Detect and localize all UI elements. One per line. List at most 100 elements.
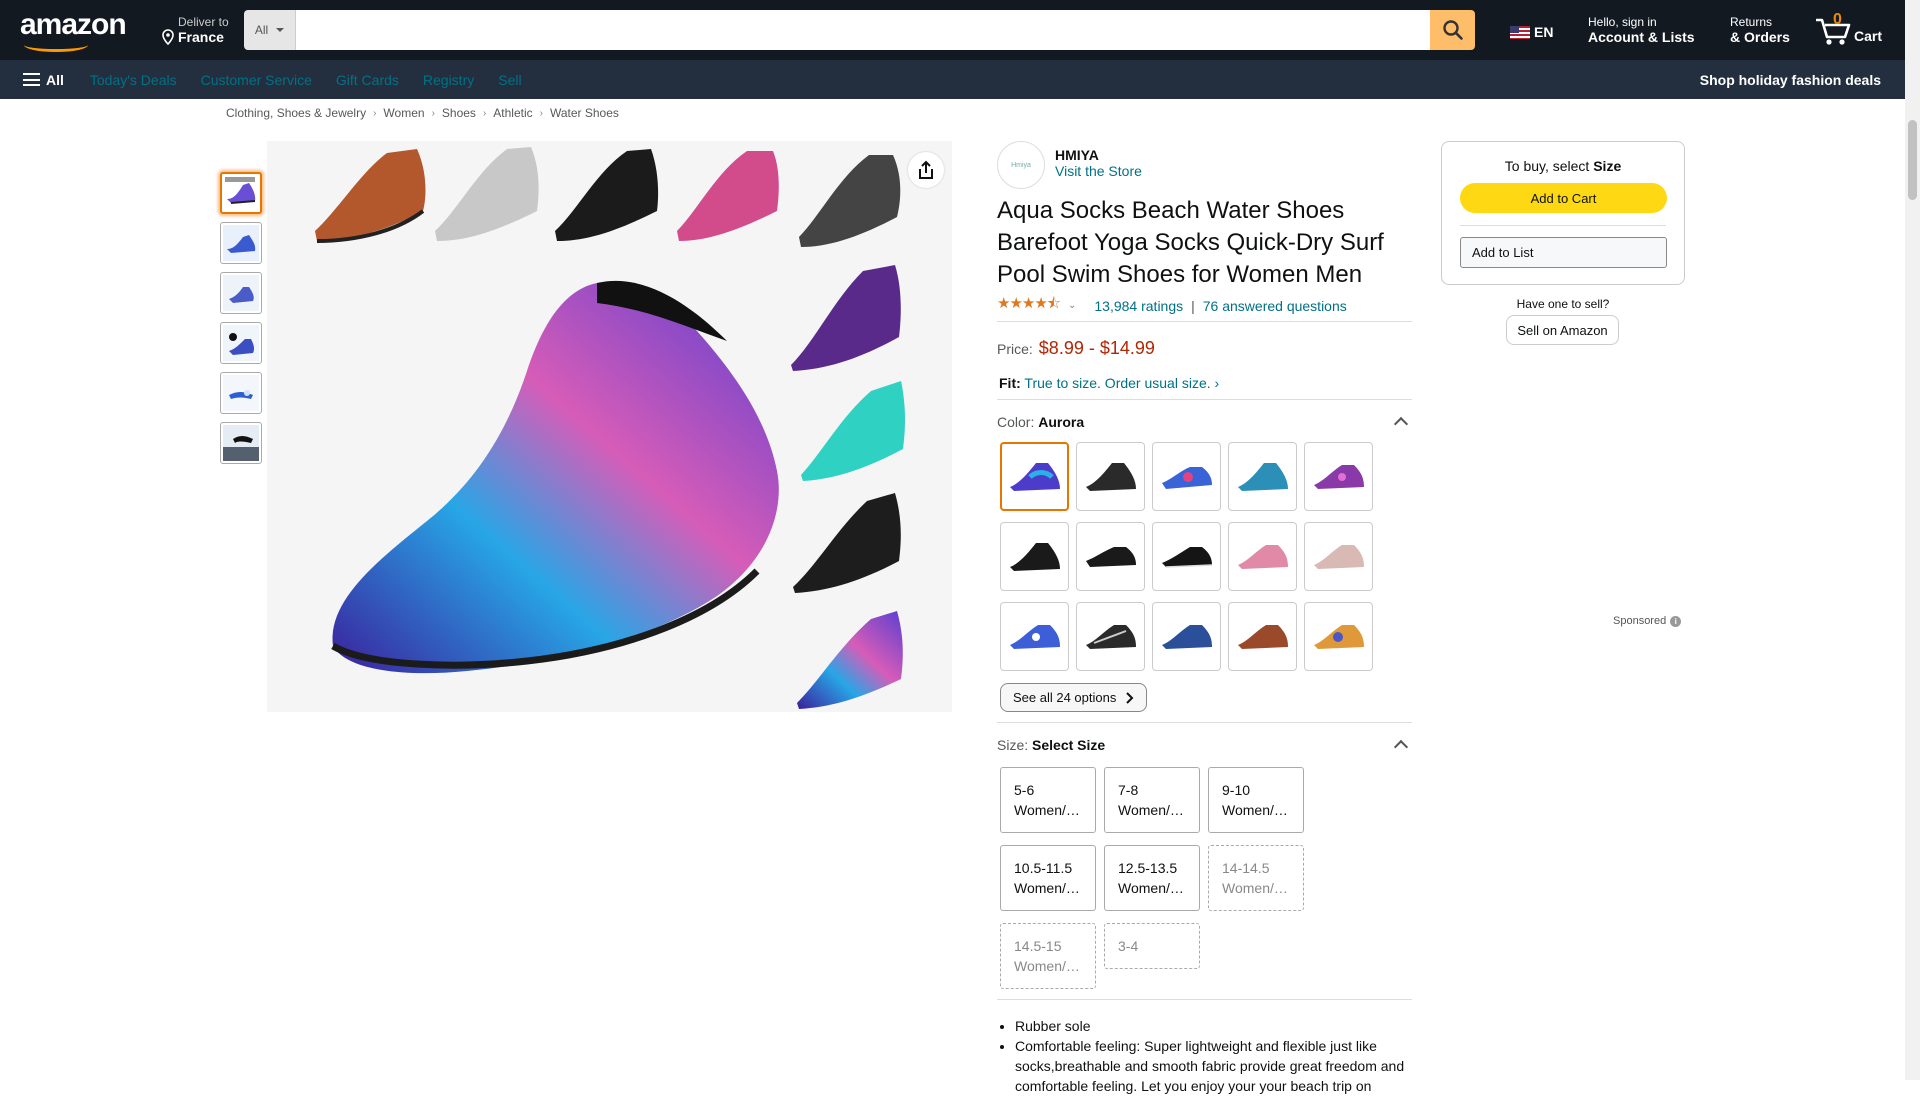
amazon-logo-text: amazon	[20, 8, 127, 41]
fit-label: Fit:	[999, 375, 1021, 391]
color-swatch[interactable]	[1304, 602, 1373, 671]
color-swatch[interactable]	[1228, 442, 1297, 511]
holiday-fashion-promo-link[interactable]: Shop holiday fashion deals	[1700, 72, 1881, 88]
search-button[interactable]	[1430, 10, 1475, 50]
product-features-list: Rubber sole Comfortable feeling: Super l…	[997, 1016, 1412, 1096]
sell-on-amazon-button[interactable]: Sell on Amazon	[1506, 315, 1619, 345]
size-option-unavailable[interactable]: 3-4	[1104, 923, 1200, 969]
color-swatch[interactable]	[1228, 522, 1297, 591]
color-swatch[interactable]	[1152, 602, 1221, 671]
shoe-swatch-image	[1085, 546, 1136, 567]
language-selector[interactable]: EN	[1510, 24, 1553, 40]
search-category-label: All	[254, 23, 269, 37]
account-and-lists[interactable]: Hello, sign in Account & Lists	[1588, 15, 1695, 45]
add-to-cart-button[interactable]: Add to Cart	[1460, 183, 1667, 213]
color-label: Color:	[997, 414, 1035, 430]
shoe-swatch-image	[1085, 462, 1136, 491]
color-swatch[interactable]	[1076, 602, 1145, 671]
brand-logo[interactable]: Hmiya	[997, 141, 1045, 189]
deliver-to-label: Deliver to	[178, 15, 229, 29]
buy-box-hint: To buy, select Size	[1460, 158, 1666, 174]
shoe-swatch-image	[1313, 464, 1364, 489]
size-option[interactable]: 5-6 Women/…	[1000, 767, 1096, 833]
image-thumbnail[interactable]	[220, 422, 262, 464]
nav-customer-service[interactable]: Customer Service	[189, 72, 324, 88]
price-range: $8.99 - $14.99	[1038, 338, 1155, 358]
ratings-count-link[interactable]: 13,984 ratings	[1094, 298, 1183, 314]
product-title: Aqua Socks Beach Water Shoes Barefoot Yo…	[997, 197, 1384, 288]
color-swatch[interactable]	[1076, 522, 1145, 591]
size-option[interactable]: 10.5-11.5 Women/…	[1000, 845, 1096, 911]
size-option[interactable]: 7-8 Women/…	[1104, 767, 1200, 833]
nav-registry[interactable]: Registry	[411, 72, 486, 88]
size-option[interactable]: 12.5-13.5 Women/…	[1104, 845, 1200, 911]
see-all-options-button[interactable]: See all 24 options	[1000, 683, 1148, 712]
color-swatch[interactable]	[1076, 442, 1145, 511]
fit-link[interactable]: True to size. Order usual size. ›	[1024, 375, 1219, 391]
all-menu-label: All	[46, 71, 64, 88]
shoe-image	[223, 325, 259, 361]
shoe-image	[223, 275, 259, 311]
main-product-image[interactable]	[267, 141, 952, 712]
nav-gift-cards[interactable]: Gift Cards	[324, 72, 411, 88]
hamburger-menu-icon	[23, 73, 40, 86]
image-thumbnail[interactable]	[220, 322, 262, 364]
star-rating-icon[interactable]: ★★★★⯪	[997, 293, 1061, 318]
share-button[interactable]	[908, 152, 944, 188]
size-option[interactable]: 9-10 Women/…	[1208, 767, 1304, 833]
nav-todays-deals[interactable]: Today's Deals	[78, 72, 189, 88]
chevron-up-icon[interactable]	[1393, 739, 1409, 755]
search-input[interactable]	[296, 10, 1430, 50]
breadcrumb-item[interactable]: Clothing, Shoes & Jewelry	[226, 106, 366, 120]
chevron-up-icon[interactable]	[1393, 416, 1409, 432]
nav-sell[interactable]: Sell	[486, 72, 533, 88]
info-icon[interactable]: i	[1670, 615, 1682, 627]
all-menu-button[interactable]: All	[23, 72, 64, 88]
breadcrumb-separator-icon: ›	[482, 107, 487, 119]
size-section-header[interactable]: Size: Select Size	[997, 737, 1412, 755]
color-swatch[interactable]	[1152, 522, 1221, 591]
shoe-swatch-image	[1161, 466, 1212, 489]
breadcrumb-item[interactable]: Water Shoes	[550, 106, 619, 120]
scrollbar-thumb[interactable]	[1908, 120, 1917, 200]
size-label: Size:	[997, 737, 1029, 753]
breadcrumb-separator-icon: ›	[373, 107, 377, 119]
returns-and-orders[interactable]: Returns & Orders	[1730, 15, 1790, 45]
color-swatch[interactable]	[1304, 442, 1373, 511]
location-pin-icon	[162, 29, 174, 45]
color-swatch[interactable]	[1304, 522, 1373, 591]
top-navigation-bar: amazon Deliver to France All EN Hello, s…	[0, 0, 1905, 60]
account-label: Account & Lists	[1588, 29, 1695, 45]
image-thumbnail[interactable]	[220, 172, 262, 214]
page-scrollbar[interactable]	[1905, 0, 1920, 1080]
sponsored-label: Sponsored i	[1613, 615, 1682, 627]
size-option-unavailable[interactable]: 14-14.5 Women/…	[1208, 845, 1304, 911]
color-section-header[interactable]: Color: Aurora	[997, 414, 1412, 432]
color-swatch[interactable]	[1000, 602, 1069, 671]
color-swatch[interactable]	[1228, 602, 1297, 671]
deliver-to-location[interactable]: Deliver to France	[143, 15, 229, 45]
shoe-swatch-image	[1237, 624, 1288, 649]
chevron-down-icon[interactable]: ⌄	[1068, 300, 1076, 311]
shoe-swatch-image	[1009, 624, 1060, 649]
color-swatch[interactable]	[1000, 522, 1069, 591]
image-thumbnail[interactable]	[220, 272, 262, 314]
orders-label: & Orders	[1730, 29, 1790, 45]
color-swatch[interactable]	[1000, 442, 1069, 511]
visit-store-link[interactable]: Visit the Store	[1055, 163, 1142, 179]
size-option-grid: 5-6 Women/… 7-8 Women/… 9-10 Women/… 10.…	[997, 767, 1412, 989]
breadcrumb: Clothing, Shoes & Jewelry › Women › Shoe…	[226, 106, 619, 120]
size-option-unavailable[interactable]: 14.5-15 Women/…	[1000, 923, 1096, 989]
add-to-list-button[interactable]: Add to List	[1460, 237, 1667, 268]
image-thumbnail[interactable]	[220, 372, 262, 414]
amazon-logo[interactable]: amazon	[20, 8, 127, 52]
image-thumbnail[interactable]	[220, 222, 262, 264]
cart-button[interactable]: 0 Cart	[1814, 10, 1884, 50]
answered-questions-link[interactable]: 76 answered questions	[1203, 298, 1347, 314]
color-swatch[interactable]	[1152, 442, 1221, 511]
breadcrumb-item[interactable]: Shoes	[442, 106, 476, 120]
language-label: EN	[1534, 24, 1554, 40]
breadcrumb-item[interactable]: Athletic	[493, 106, 532, 120]
breadcrumb-item[interactable]: Women	[383, 106, 424, 120]
search-category-dropdown[interactable]: All	[244, 10, 296, 50]
